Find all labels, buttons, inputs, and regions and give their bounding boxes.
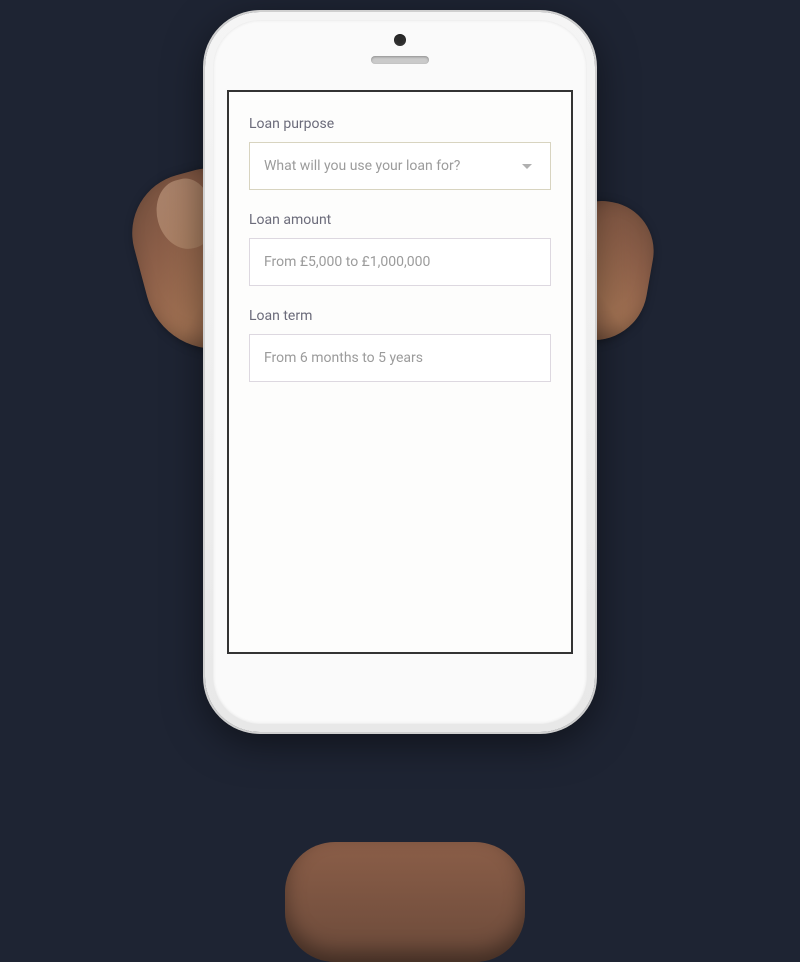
loan-amount-input[interactable]: From £5,000 to £1,000,000 (249, 238, 551, 286)
chevron-down-icon (522, 164, 532, 169)
loan-amount-group: Loan amount From £5,000 to £1,000,000 (249, 212, 551, 286)
phone-screen: Loan purpose What will you use your loan… (227, 90, 573, 654)
hand-fingers-bottom (285, 842, 525, 962)
phone-speaker (371, 56, 429, 64)
loan-purpose-select[interactable]: What will you use your loan for? (249, 142, 551, 190)
loan-purpose-label: Loan purpose (249, 116, 551, 132)
loan-amount-label: Loan amount (249, 212, 551, 228)
loan-term-group: Loan term From 6 months to 5 years (249, 308, 551, 382)
loan-purpose-group: Loan purpose What will you use your loan… (249, 116, 551, 190)
loan-purpose-placeholder: What will you use your loan for? (264, 158, 460, 174)
loan-term-placeholder: From 6 months to 5 years (264, 350, 423, 366)
loan-amount-placeholder: From £5,000 to £1,000,000 (264, 254, 430, 270)
phone-device: Loan purpose What will you use your loan… (205, 12, 595, 732)
loan-term-label: Loan term (249, 308, 551, 324)
phone-in-hand: Loan purpose What will you use your loan… (205, 12, 595, 732)
loan-term-input[interactable]: From 6 months to 5 years (249, 334, 551, 382)
loan-form: Loan purpose What will you use your loan… (229, 92, 571, 428)
phone-camera (394, 34, 406, 46)
